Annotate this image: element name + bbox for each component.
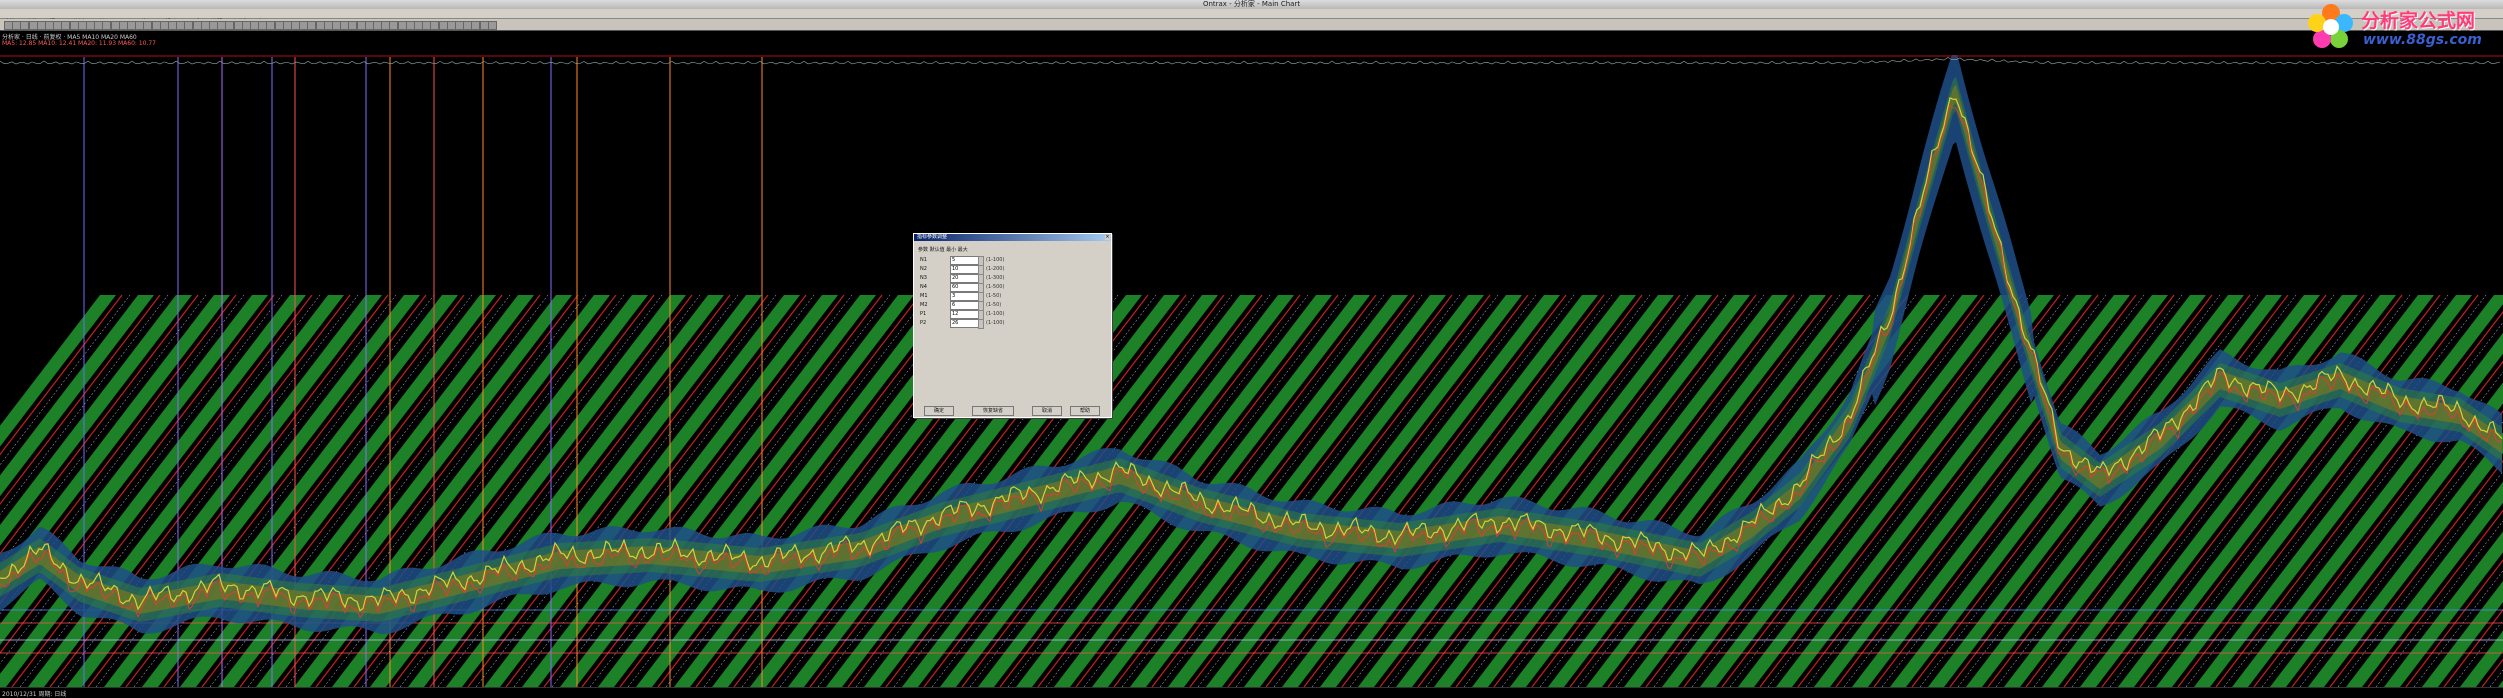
- param-input[interactable]: 12: [950, 310, 979, 319]
- param-input[interactable]: 60: [950, 283, 979, 292]
- param-row: N4 60 (1-500): [920, 283, 1030, 293]
- toolbar: [0, 19, 2503, 31]
- dialog-subtitle: 参数 默认值 最小 最大: [918, 247, 968, 253]
- param-range: (1-300): [986, 275, 1005, 281]
- restore-default-button[interactable]: 恢复缺省: [972, 406, 1014, 416]
- param-row: N2 10 (1-200): [920, 265, 1030, 275]
- param-label: N1: [920, 257, 927, 263]
- param-label: N3: [920, 275, 927, 281]
- param-range: (1-100): [986, 257, 1005, 263]
- param-input[interactable]: 20: [950, 274, 979, 283]
- close-icon[interactable]: ×: [1105, 235, 1110, 240]
- param-row: M2 6 (1-50): [920, 301, 1030, 311]
- param-range: (1-500): [986, 284, 1005, 290]
- indicator-values: MA5: 12.85 MA10: 12.41 MA20: 11.93 MA60:…: [2, 40, 156, 47]
- site-logo: 分析家公式网 www.88gs.com: [2303, 0, 2503, 55]
- indicator-info-bar: 分析家 · 日线 · 前复权 · MA5 MA10 MA20 MA60 MA5:…: [0, 31, 2503, 55]
- param-label: N2: [920, 266, 927, 272]
- param-input[interactable]: 26: [950, 319, 979, 328]
- param-range: (1-50): [986, 293, 1002, 299]
- ok-button[interactable]: 确定: [924, 406, 954, 416]
- param-row: N1 5 (1-100): [920, 256, 1030, 266]
- help-button[interactable]: 帮助: [1070, 406, 1100, 416]
- logo-name: 分析家公式网: [2361, 10, 2476, 32]
- param-input[interactable]: 10: [950, 265, 979, 274]
- window-title: Ontrax - 分析家 - Main Chart: [1202, 0, 1301, 8]
- param-row: N3 20 (1-300): [920, 274, 1030, 284]
- status-bar: 2010/12/31 周期: 日线: [0, 687, 2503, 698]
- logo-url: www.88gs.com: [2363, 32, 2482, 48]
- dialog-title: 指标参数调整: [914, 234, 1111, 241]
- cancel-button[interactable]: 取消: [1032, 406, 1062, 416]
- price-chart[interactable]: [0, 55, 2503, 687]
- param-input[interactable]: 6: [950, 301, 979, 310]
- flower-logo-icon: [2308, 4, 2353, 48]
- param-label: N4: [920, 284, 927, 290]
- param-range: (1-50): [986, 302, 1002, 308]
- spinner-icon[interactable]: [978, 319, 984, 329]
- param-label: P1: [920, 311, 927, 317]
- param-label: P2: [920, 320, 927, 326]
- param-label: M1: [920, 293, 928, 299]
- param-row: P1 12 (1-100): [920, 310, 1030, 320]
- toolbar-button[interactable]: [487, 21, 497, 30]
- param-range: (1-100): [986, 311, 1005, 317]
- parameter-dialog: 指标参数调整 × 参数 默认值 最小 最大 N1 5 (1-100) N2 10…: [913, 233, 1112, 418]
- param-row: M1 3 (1-50): [920, 292, 1030, 302]
- param-row: P2 26 (1-100): [920, 319, 1030, 329]
- param-range: (1-200): [986, 266, 1005, 272]
- param-input[interactable]: 3: [950, 292, 979, 301]
- param-label: M2: [920, 302, 928, 308]
- param-input[interactable]: 5: [950, 256, 979, 265]
- menu-bar: 系统 功能 报价 分析 财经 工具 资讯 帮助 公式 选股 测试 窗口: [0, 9, 2503, 26]
- param-range: (1-100): [986, 320, 1005, 326]
